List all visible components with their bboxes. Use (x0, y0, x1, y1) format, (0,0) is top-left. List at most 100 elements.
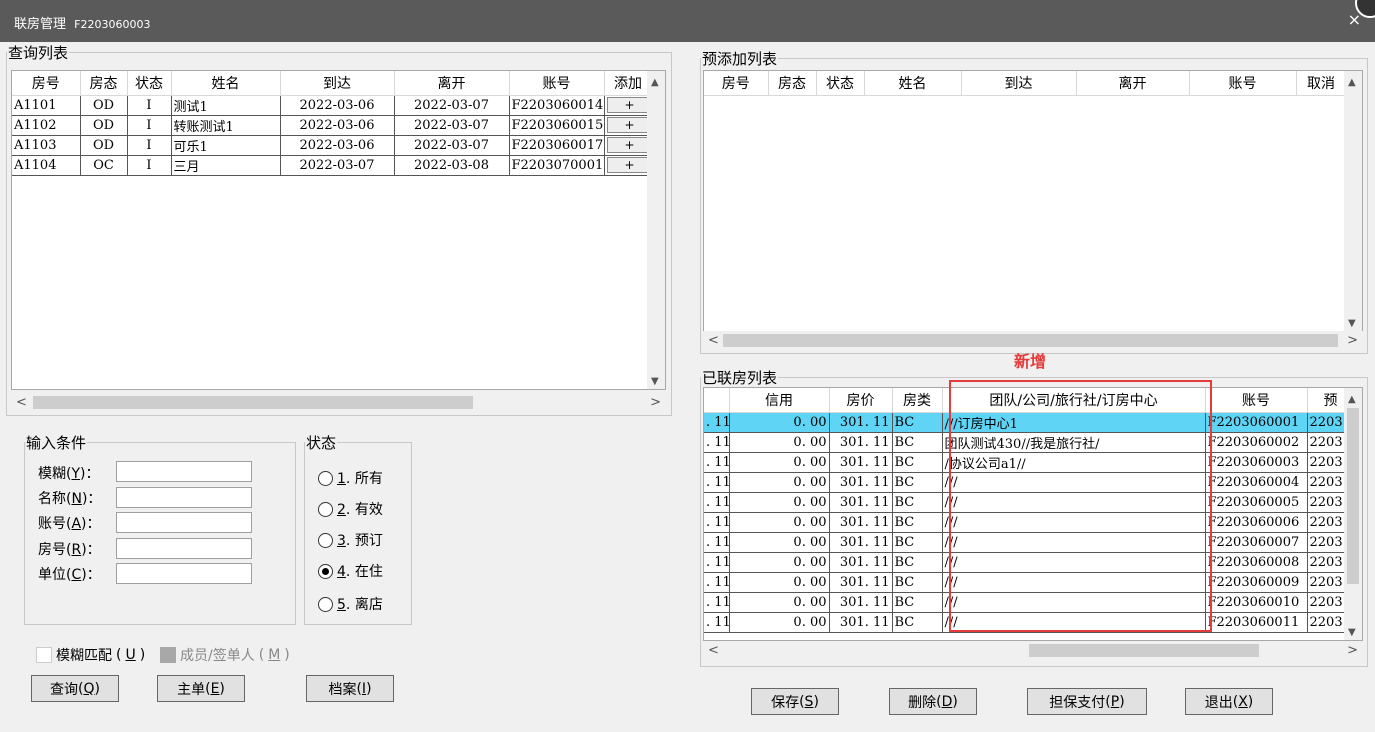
radio-selected-icon (318, 563, 333, 579)
scroll-left-icon[interactable]: < (16, 395, 27, 410)
guarantee-payment-button[interactable]: 担保支付(P) (1027, 688, 1147, 715)
cell-c0: . 11 (704, 592, 730, 613)
unit-input[interactable] (116, 563, 252, 584)
scroll-up-icon[interactable]: ▲ (651, 77, 659, 88)
col-header[interactable]: 信用 (729, 388, 830, 413)
room-input[interactable] (116, 538, 252, 559)
window-title-code: F2203060003 (74, 18, 151, 31)
linked-horizontal-scrollbar[interactable]: < > (703, 641, 1363, 659)
scroll-left-icon[interactable]: < (708, 643, 719, 658)
scroll-thumb[interactable] (1347, 408, 1359, 584)
scroll-right-icon[interactable]: > (1347, 643, 1358, 658)
col-header[interactable]: 房号 (12, 71, 81, 96)
col-header[interactable]: 房价 (829, 388, 893, 413)
cell-account: F2203060010 (1205, 592, 1308, 613)
col-header[interactable]: 到达 (280, 71, 395, 96)
pre-add-horizontal-scrollbar[interactable]: < > (703, 331, 1363, 349)
col-header[interactable]: 房态 (80, 71, 128, 96)
col-header[interactable]: 到达 (961, 71, 1077, 96)
name-input[interactable] (116, 487, 252, 508)
add-button[interactable]: + (606, 157, 651, 173)
add-button[interactable]: + (606, 117, 651, 133)
exit-button[interactable]: 退出(X) (1185, 688, 1273, 715)
cell-credit: 0. 00 (729, 432, 830, 453)
cell-type: BC (892, 592, 943, 613)
table-row[interactable]: A1103 OD I 可乐1 2022-03-06 2022-03-07 F22… (12, 135, 653, 156)
cell-credit: 0. 00 (729, 472, 830, 493)
cell-arrive: 2022-03-07 (280, 155, 395, 176)
save-button[interactable]: 保存(S) (751, 688, 839, 715)
radio-icon (318, 501, 333, 517)
col-header[interactable]: 房号 (704, 71, 769, 96)
query-button[interactable]: 查询(Q) (31, 675, 119, 702)
table-row[interactable]: A1102 OD I 转账测试1 2022-03-06 2022-03-07 F… (12, 115, 653, 136)
scroll-down-icon[interactable]: ▼ (1348, 318, 1356, 329)
cell-type: BC (892, 552, 943, 573)
col-header[interactable]: 离开 (1076, 71, 1190, 96)
cell-type: BC (892, 532, 943, 553)
col-header[interactable]: 姓名 (864, 71, 962, 96)
query-horizontal-scrollbar[interactable]: < > (11, 393, 666, 411)
cell-account: F2203060009 (1205, 572, 1308, 593)
status-radio-valid[interactable]: 2. 有效 (318, 499, 383, 519)
col-header[interactable]: 账号 (1189, 71, 1297, 96)
conditions-legend: 输入条件 (26, 434, 87, 452)
cell-room-state: OD (80, 115, 128, 136)
col-header[interactable]: 房态 (768, 71, 817, 96)
scroll-up-icon[interactable]: ▲ (1348, 77, 1356, 88)
cell-type: BC (892, 432, 943, 453)
cell-c0: . 11 (704, 432, 730, 453)
scroll-down-icon[interactable]: ▼ (651, 376, 659, 387)
master-button[interactable]: 主单(E) (157, 675, 245, 702)
cell-arrive: 2022-03-06 (280, 95, 395, 116)
col-header[interactable] (704, 388, 730, 413)
cell-c0: . 11 (704, 512, 730, 533)
scroll-up-icon[interactable]: ▲ (1348, 394, 1356, 405)
account-input[interactable] (116, 512, 252, 533)
archive-button[interactable]: 档案(I) (306, 675, 394, 702)
col-header[interactable]: 房类 (892, 388, 943, 413)
cell-depart: 2022-03-07 (394, 95, 510, 116)
add-button[interactable]: + (606, 137, 651, 153)
member-checkbox[interactable]: 成员/签单人(M) (160, 645, 290, 665)
scroll-right-icon[interactable]: > (1347, 333, 1358, 348)
cell-add: + (604, 135, 653, 156)
status-radio-reserved[interactable]: 3. 预订 (318, 530, 383, 550)
cell-c0: . 11 (704, 612, 730, 633)
col-header[interactable]: 添加 (604, 71, 653, 96)
scroll-down-icon[interactable]: ▼ (1348, 627, 1356, 638)
col-header[interactable]: 状态 (816, 71, 865, 96)
linked-legend: 已联房列表 (702, 369, 778, 387)
fuzzy-match-checkbox[interactable]: 模糊匹配(U) (36, 645, 145, 665)
table-row[interactable]: A1104 OC I 三月 2022-03-07 2022-03-08 F220… (12, 155, 653, 176)
cell-credit: 0. 00 (729, 552, 830, 573)
cell-type: BC (892, 412, 943, 433)
cell-account: F2203060004 (1205, 472, 1308, 493)
pre-add-vertical-scrollbar[interactable]: ▲ ▼ (1344, 71, 1362, 331)
highlight-box (949, 380, 1212, 632)
delete-button[interactable]: 删除(D) (889, 688, 977, 715)
col-header[interactable]: 取消 (1296, 71, 1347, 96)
query-vertical-scrollbar[interactable]: ▲ ▼ (647, 71, 665, 389)
col-header[interactable]: 状态 (127, 71, 172, 96)
col-header[interactable]: 账号 (509, 71, 605, 96)
status-radio-all[interactable]: 1. 所有 (318, 468, 383, 488)
status-radio-departed[interactable]: 5. 离店 (318, 594, 383, 614)
cell-c0: . 11 (704, 412, 730, 433)
scroll-thumb[interactable] (1029, 644, 1259, 657)
add-button[interactable]: + (606, 97, 651, 113)
col-header[interactable]: 账号 (1205, 388, 1308, 413)
table-row[interactable]: A1101 OD I 测试1 2022-03-06 2022-03-07 F22… (12, 95, 653, 116)
fuzzy-input[interactable] (116, 461, 252, 482)
linked-vertical-scrollbar[interactable]: ▲ ▼ (1344, 388, 1362, 640)
cell-name: 可乐1 (171, 135, 281, 156)
scroll-thumb[interactable] (33, 396, 473, 409)
scroll-right-icon[interactable]: > (650, 395, 661, 410)
radio-icon (318, 596, 333, 612)
scroll-left-icon[interactable]: < (708, 333, 719, 348)
cell-arrive: 2022-03-06 (280, 115, 395, 136)
scroll-thumb[interactable] (723, 334, 1338, 347)
status-radio-staying[interactable]: 4. 在住 (318, 561, 383, 581)
col-header[interactable]: 姓名 (171, 71, 281, 96)
col-header[interactable]: 离开 (394, 71, 510, 96)
